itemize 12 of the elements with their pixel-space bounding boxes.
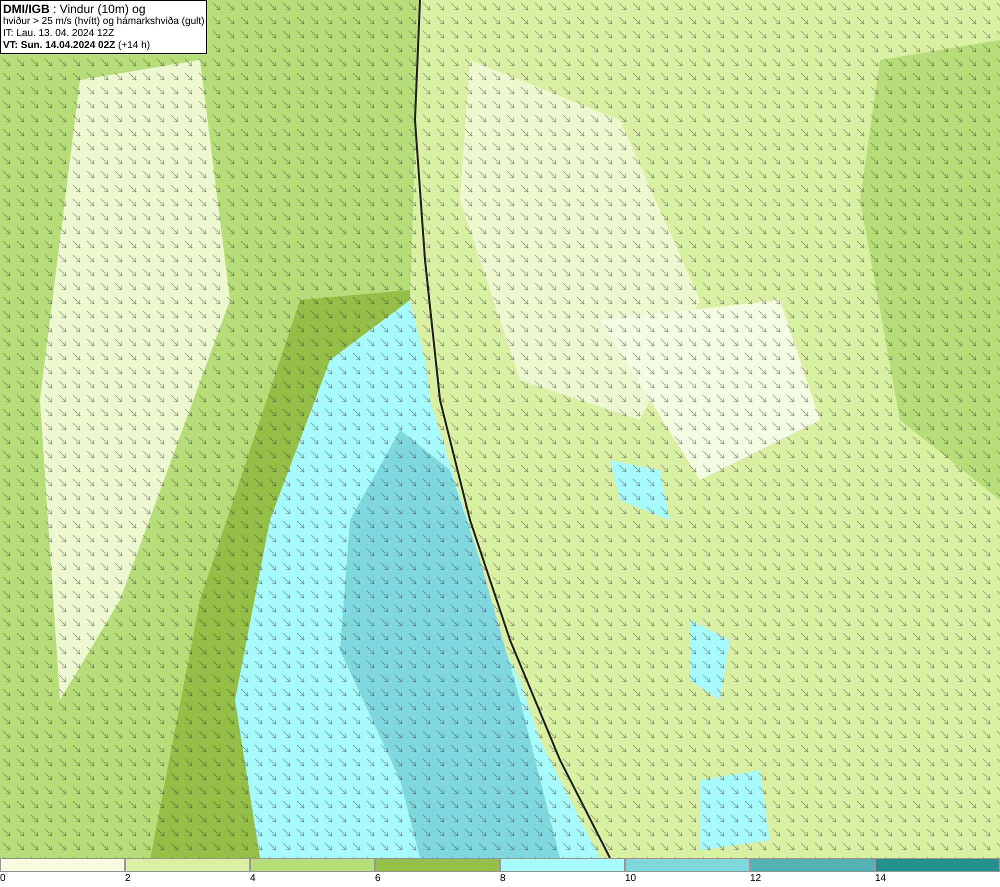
scale-tick-label: 14 [875,872,886,886]
scale-tick-label: 10 [625,872,636,886]
scale-tick-label: 2 [125,872,131,886]
scale-tick-label: 6 [375,872,381,886]
scale-tick-label: 4 [250,872,256,886]
map-caption-line: VT: Sun. 14.04.2024 02Z (+14 h) [3,40,152,52]
map-caption-line: DMI/IGB : Vindur (10m) og [3,2,146,16]
scale-tick-label: 12 [750,872,762,886]
map-caption-line: IT: Lau. 13. 04. 2024 12Z [3,28,116,40]
scale-tick-label: 0 [0,872,6,886]
scale-tick-label: 8 [500,872,506,886]
map-caption-line: hviður > 25 m/s (hvítt) og hámarkshviða (gult) [3,16,204,28]
